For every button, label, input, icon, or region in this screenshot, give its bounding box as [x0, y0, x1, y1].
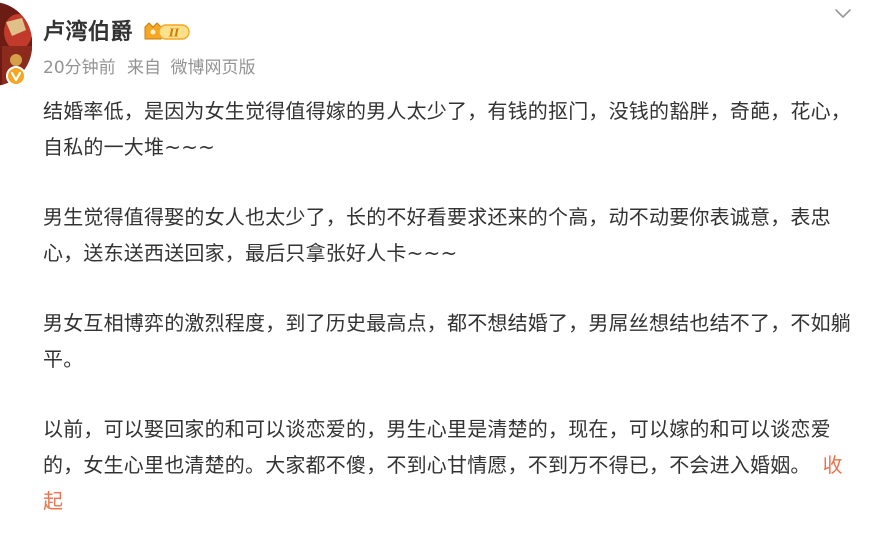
source-link[interactable]: 微博网页版 — [170, 58, 255, 78]
post-paragraph: 男女互相博弈的激烈程度，到了历史最高点，都不想结婚了，男屌丝想结也结不了，不如躺… — [43, 311, 851, 371]
level-badge-text: II — [168, 27, 180, 40]
post-header: 卢湾伯爵 II 20分钟前 来自 微博网页版 — [0, 0, 871, 90]
level-badge-icon[interactable]: II — [143, 21, 193, 43]
chevron-down-icon[interactable] — [833, 4, 853, 24]
post-time[interactable]: 20分钟前 — [43, 58, 116, 78]
post-paragraph-text: 以前，可以娶回家的和可以谈恋爱的，男生心里是清楚的，现在，可以嫁的和可以谈恋爱的… — [43, 417, 831, 477]
post-paragraph-last: 以前，可以娶回家的和可以谈恋爱的，男生心里是清楚的，现在，可以嫁的和可以谈恋爱的… — [43, 411, 855, 519]
author-name[interactable]: 卢湾伯爵 — [43, 18, 133, 48]
post-body: 结婚率低，是因为女生觉得值得嫁的男人太少了，有钱的抠门，没钱的豁胖，奇葩，花心，… — [43, 93, 855, 519]
post-paragraph: 男生觉得值得娶的女人也太少了，长的不好看要求还来的个高，动不动要你表诚意，表忠心… — [43, 205, 831, 265]
post-meta: 20分钟前 来自 微博网页版 — [43, 55, 255, 81]
post-paragraph: 结婚率低，是因为女生觉得值得嫁的男人太少了，有钱的抠门，没钱的豁胖，奇葩，花心，… — [43, 99, 851, 159]
verified-v-icon — [6, 66, 26, 86]
source-prefix: 来自 — [127, 58, 162, 78]
